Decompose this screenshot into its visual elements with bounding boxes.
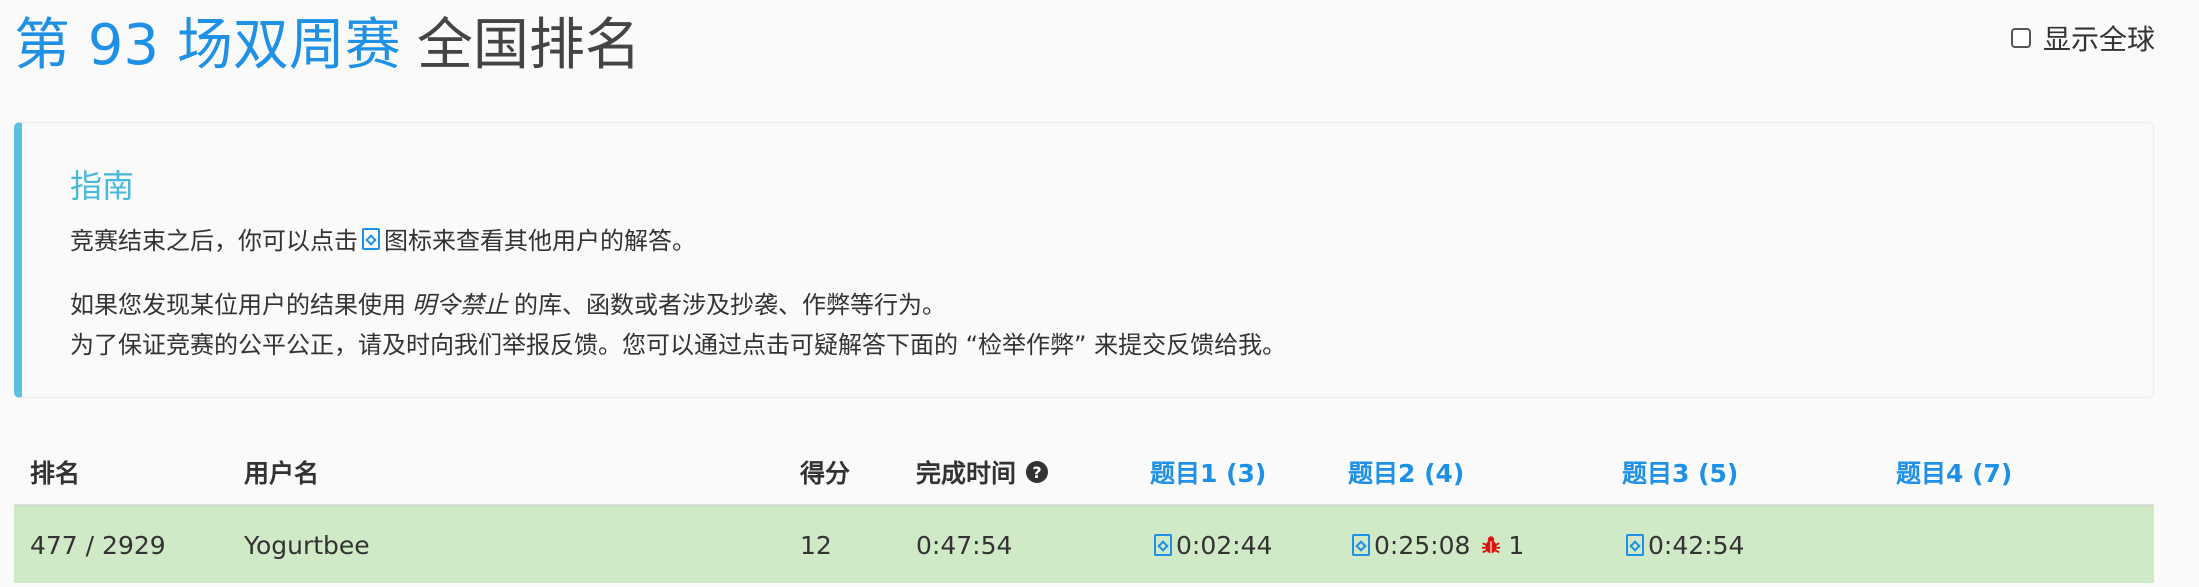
cell-question-3[interactable]: 0:42:54 (1622, 507, 1744, 583)
guide-line-2: 如果您发现某位用户的结果使用 明令禁止 的库、函数或者涉及抄袭、作弊等行为。 (70, 285, 946, 320)
header-question-2[interactable]: 题目2 (4) (1348, 440, 1464, 504)
code-file-icon[interactable] (1154, 534, 1172, 556)
header-finish-time: 完成时间 ? (916, 440, 1049, 504)
cell-score: 12 (800, 530, 832, 560)
header-score: 得分 (800, 459, 851, 488)
cell-username[interactable]: Yogurtbee (244, 507, 370, 583)
page-label: 全国排名 (416, 12, 641, 78)
show-global-label[interactable]: 显示全球 (2043, 18, 2155, 58)
guide-line-1-text-after: 图标来查看其他用户的解答。 (384, 227, 696, 255)
cell-rank: 477 / 2929 (30, 530, 166, 560)
cell-finish-time: 0:47:54 (916, 530, 1013, 560)
page-title: 第 93 场双周赛 全国排名 (14, 0, 641, 80)
guide-line-2-emphasis: 明令禁止 (412, 291, 508, 319)
header-rank: 排名 (30, 459, 81, 488)
guide-line-2-text-after: 的库、函数或者涉及抄袭、作弊等行为。 (514, 291, 946, 319)
cell-question-1-time: 0:02:44 (1176, 530, 1273, 560)
table-row: 477 / 2929 Yogurtbee 12 0:47:54 0:02:44 … (14, 506, 2154, 583)
ranking-table: 排名 用户名 得分 完成时间 ? 题目1 (3) 题目2 (4) 题目3 (5)… (14, 440, 2154, 583)
question-circle-icon[interactable]: ? (1026, 461, 1049, 483)
guide-line-2-text-before: 如果您发现某位用户的结果使用 (70, 291, 406, 319)
cell-question-2-penalty: 1 (1508, 530, 1525, 560)
header-question-3[interactable]: 题目3 (5) (1622, 440, 1738, 504)
ranking-page: 第 93 场双周赛 全国排名 显示全球 指南 竞赛结束之后，你可以点击 图标来查… (0, 0, 2199, 587)
cell-question-2[interactable]: 0:25:08 1 (1348, 507, 1524, 583)
guide-panel: 指南 竞赛结束之后，你可以点击 图标来查看其他用户的解答。 如果您发现某位用户的… (14, 122, 2154, 398)
cell-question-2-time: 0:25:08 (1374, 530, 1471, 560)
header-question-4[interactable]: 题目4 (7) (1896, 440, 2012, 504)
code-file-icon[interactable] (1352, 534, 1370, 556)
guide-line-1: 竞赛结束之后，你可以点击 图标来查看其他用户的解答。 (70, 221, 696, 256)
code-file-icon[interactable] (1626, 534, 1644, 556)
guide-title: 指南 (70, 167, 135, 205)
contest-name[interactable]: 第 93 场双周赛 (14, 0, 401, 81)
header-question-1[interactable]: 题目1 (3) (1150, 440, 1266, 504)
show-global-checkbox[interactable] (2010, 28, 2031, 48)
bug-icon (1482, 536, 1501, 554)
header-finish-time-label: 完成时间 (916, 459, 1017, 488)
header-username: 用户名 (244, 459, 320, 488)
guide-line-3: 为了保证竞赛的公平公正，请及时向我们举报反馈。您可以通过点击可疑解答下面的 “检… (70, 331, 1287, 359)
table-header: 排名 用户名 得分 完成时间 ? 题目1 (3) 题目2 (4) 题目3 (5)… (14, 440, 2154, 506)
show-global-toggle[interactable]: 显示全球 (2010, 18, 2155, 58)
guide-line-1-text-before: 竞赛结束之后，你可以点击 (70, 227, 358, 255)
cell-question-1[interactable]: 0:02:44 (1150, 507, 1272, 583)
code-file-icon (362, 227, 380, 250)
cell-question-3-time: 0:42:54 (1648, 530, 1745, 560)
